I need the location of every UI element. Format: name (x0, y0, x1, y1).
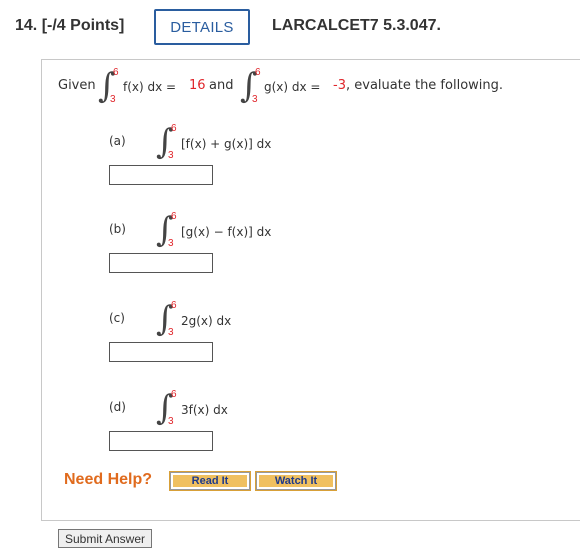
upper-limit: 6 (171, 389, 177, 400)
part-label: (a) (109, 134, 126, 148)
answer-input-d[interactable] (109, 431, 213, 451)
question-header: 14. [-/4 Points] DETAILS LARCALCET7 5.3.… (0, 0, 580, 60)
lower-limit: 3 (252, 94, 258, 105)
answer-input-c[interactable] (109, 342, 213, 362)
f-integrand: f(x) dx = (123, 80, 177, 94)
points-label: [-/4 Points] (41, 17, 125, 34)
need-help-label: Need Help? (64, 471, 153, 488)
answer-input-b[interactable] (109, 253, 213, 273)
problem-code: LARCALCET7 5.3.047. (272, 17, 441, 34)
lower-limit: 3 (168, 416, 174, 427)
submit-answer-button[interactable]: Submit Answer (58, 529, 152, 548)
lower-limit: 3 (168, 327, 174, 338)
upper-limit: 6 (171, 123, 177, 134)
lower-limit: 3 (110, 94, 116, 105)
f-value: 16 (189, 78, 206, 93)
lower-limit: 3 (168, 238, 174, 249)
details-button[interactable]: DETAILS (154, 9, 250, 45)
g-integrand: g(x) dx = (264, 80, 321, 94)
given-label: Given (58, 78, 96, 93)
part-expression: [f(x) + g(x)] dx (181, 137, 272, 151)
question-card (41, 59, 580, 521)
part-label: (d) (109, 400, 126, 414)
instructions-text: , evaluate the following. (346, 78, 504, 93)
and-text: and (209, 78, 234, 93)
part-label: (b) (109, 222, 126, 236)
upper-limit: 6 (113, 67, 119, 78)
watch-it-button[interactable]: Watch It (256, 472, 336, 490)
part-expression: 2g(x) dx (181, 314, 232, 328)
read-it-button[interactable]: Read It (170, 472, 250, 490)
part-label: (c) (109, 311, 125, 325)
lower-limit: 3 (168, 150, 174, 161)
g-value: -3 (333, 78, 346, 93)
upper-limit: 6 (255, 67, 261, 78)
upper-limit: 6 (171, 300, 177, 311)
upper-limit: 6 (171, 211, 177, 222)
part-expression: 3f(x) dx (181, 403, 228, 417)
answer-input-a[interactable] (109, 165, 213, 185)
part-expression: [g(x) − f(x)] dx (181, 225, 272, 239)
question-number: 14. [-/4 Points] (15, 17, 125, 34)
